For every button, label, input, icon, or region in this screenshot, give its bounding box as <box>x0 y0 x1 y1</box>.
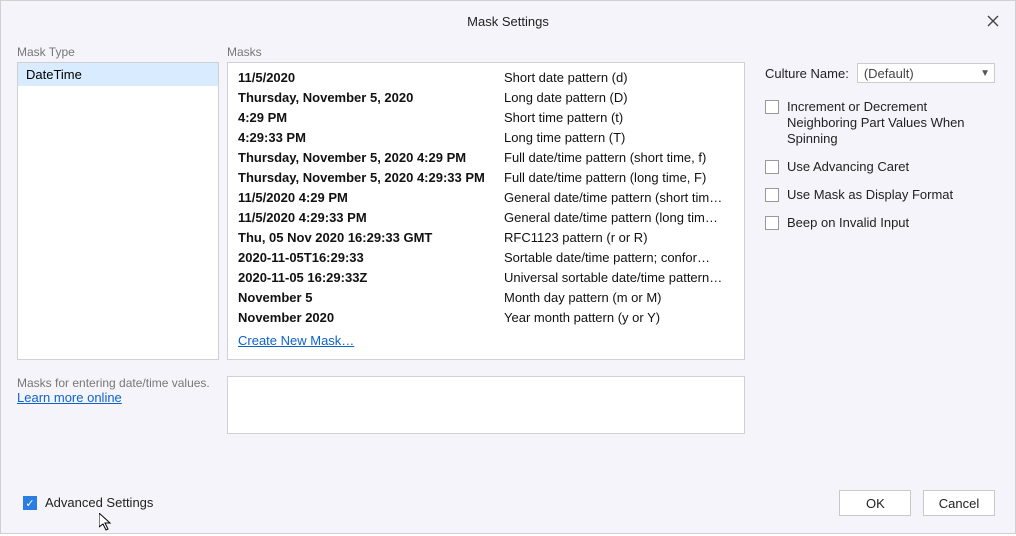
mask-row[interactable]: Thursday, November 5, 2020 4:29:33 PMFul… <box>234 167 738 187</box>
mask-desc: General date/time pattern (long tim… <box>504 210 738 225</box>
displayfmt-label: Use Mask as Display Format <box>787 187 953 203</box>
mask-type-column: Mask Type DateTime Masks for entering da… <box>17 45 219 473</box>
learn-more-link[interactable]: Learn more online <box>17 390 219 405</box>
mask-sample: Thu, 05 Nov 2020 16:29:33 GMT <box>234 230 504 245</box>
mask-sample: Thursday, November 5, 2020 4:29:33 PM <box>234 170 504 185</box>
mask-row[interactable]: Thu, 05 Nov 2020 16:29:33 GMTRFC1123 pat… <box>234 227 738 247</box>
chevron-down-icon: ▼ <box>980 68 990 79</box>
dialog-title: Mask Settings <box>467 14 549 29</box>
footer: ✓ Advanced Settings OK Cancel <box>1 473 1015 533</box>
footer-left: ✓ Advanced Settings <box>23 495 153 511</box>
masks-column: Masks 11/5/2020Short date pattern (d)Thu… <box>227 45 745 473</box>
ok-button[interactable]: OK <box>839 490 911 516</box>
cancel-button[interactable]: Cancel <box>923 490 995 516</box>
mask-desc: Short date pattern (d) <box>504 70 738 85</box>
mask-desc: Sortable date/time pattern; confor… <box>504 250 738 265</box>
footer-right: OK Cancel <box>831 490 995 516</box>
mask-row[interactable]: Thursday, November 5, 2020 4:29 PMFull d… <box>234 147 738 167</box>
mask-type-listbox[interactable]: DateTime <box>17 62 219 360</box>
mask-row[interactable]: 2020-11-05 16:29:33ZUniversal sortable d… <box>234 267 738 287</box>
close-icon[interactable] <box>981 9 1005 33</box>
mask-desc: Long time pattern (T) <box>504 130 738 145</box>
mask-desc: Full date/time pattern (short time, f) <box>504 150 738 165</box>
preview-box <box>227 376 745 434</box>
content-area: Mask Type DateTime Masks for entering da… <box>1 41 1015 473</box>
mask-row[interactable]: 11/5/2020Short date pattern (d) <box>234 67 738 87</box>
display-format-checkbox[interactable]: Use Mask as Display Format <box>765 187 995 203</box>
checkbox-icon <box>765 160 779 174</box>
cursor-icon <box>99 513 115 536</box>
advancing-caret-checkbox[interactable]: Use Advancing Caret <box>765 159 995 175</box>
masks-label: Masks <box>227 45 745 59</box>
titlebar: Mask Settings <box>1 1 1015 41</box>
mask-sample: November 2020 <box>234 310 504 325</box>
mask-sample: 2020-11-05T16:29:33 <box>234 250 504 265</box>
increment-label: Increment or Decrement Neighboring Part … <box>787 99 995 147</box>
mask-desc: RFC1123 pattern (r or R) <box>504 230 738 245</box>
advanced-settings-checkbox[interactable]: ✓ Advanced Settings <box>23 495 153 511</box>
culture-row: Culture Name: (Default) ▼ <box>765 63 995 83</box>
mask-settings-dialog: Mask Settings Mask Type DateTime Masks f… <box>0 0 1016 534</box>
advanced-settings-label: Advanced Settings <box>45 495 153 511</box>
mask-row[interactable]: November 2020Year month pattern (y or Y) <box>234 307 738 327</box>
checkbox-icon <box>765 216 779 230</box>
mask-row[interactable]: 4:29:33 PMLong time pattern (T) <box>234 127 738 147</box>
options-column: Culture Name: (Default) ▼ Increment or D… <box>753 45 999 473</box>
mask-sample: Thursday, November 5, 2020 <box>234 90 504 105</box>
beep-label: Beep on Invalid Input <box>787 215 909 231</box>
mask-sample: 4:29 PM <box>234 110 504 125</box>
mask-type-label: Mask Type <box>17 45 219 59</box>
advancing-label: Use Advancing Caret <box>787 159 909 175</box>
help-text: Masks for entering date/time values. <box>17 376 219 390</box>
mask-sample: Thursday, November 5, 2020 4:29 PM <box>234 150 504 165</box>
mask-sample: 11/5/2020 4:29:33 PM <box>234 210 504 225</box>
mask-row[interactable]: 2020-11-05T16:29:33Sortable date/time pa… <box>234 247 738 267</box>
mask-row[interactable]: 11/5/2020 4:29:33 PMGeneral date/time pa… <box>234 207 738 227</box>
mask-desc: Full date/time pattern (long time, F) <box>504 170 738 185</box>
create-new-mask-link[interactable]: Create New Mask… <box>238 333 354 348</box>
mask-desc: Month day pattern (m or M) <box>504 290 738 305</box>
masks-listbox[interactable]: 11/5/2020Short date pattern (d)Thursday,… <box>227 62 745 360</box>
mask-row[interactable]: 4:29 PMShort time pattern (t) <box>234 107 738 127</box>
mask-sample: 2020-11-05 16:29:33Z <box>234 270 504 285</box>
mask-desc: Year month pattern (y or Y) <box>504 310 738 325</box>
increment-checkbox[interactable]: Increment or Decrement Neighboring Part … <box>765 99 995 147</box>
mask-row[interactable]: 11/5/2020 4:29 PMGeneral date/time patte… <box>234 187 738 207</box>
culture-value: (Default) <box>864 66 914 81</box>
culture-dropdown[interactable]: (Default) ▼ <box>857 63 995 83</box>
mask-desc: General date/time pattern (short tim… <box>504 190 738 205</box>
mask-desc: Universal sortable date/time pattern… <box>504 270 738 285</box>
create-new-mask-row: Create New Mask… <box>234 333 738 348</box>
mask-desc: Short time pattern (t) <box>504 110 738 125</box>
mask-sample: 4:29:33 PM <box>234 130 504 145</box>
checkbox-icon: ✓ <box>23 496 37 510</box>
beep-checkbox[interactable]: Beep on Invalid Input <box>765 215 995 231</box>
checkbox-icon <box>765 100 779 114</box>
culture-label: Culture Name: <box>765 66 849 81</box>
mask-row[interactable]: Thursday, November 5, 2020Long date patt… <box>234 87 738 107</box>
mask-sample: 11/5/2020 <box>234 70 504 85</box>
mask-sample: November 5 <box>234 290 504 305</box>
mask-type-item[interactable]: DateTime <box>18 63 218 86</box>
mask-row[interactable]: November 5Month day pattern (m or M) <box>234 287 738 307</box>
checkbox-icon <box>765 188 779 202</box>
mask-sample: 11/5/2020 4:29 PM <box>234 190 504 205</box>
mask-desc: Long date pattern (D) <box>504 90 738 105</box>
